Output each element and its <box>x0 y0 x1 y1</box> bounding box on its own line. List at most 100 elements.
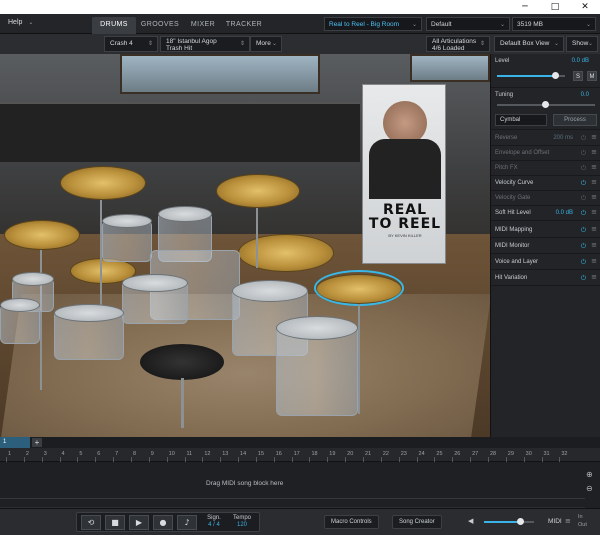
tab-drums[interactable]: DRUMS <box>92 17 136 34</box>
add-track-button[interactable]: + <box>32 438 42 447</box>
articulations-select[interactable]: All Articulations 4/6 Loaded ⇕ <box>426 36 490 52</box>
timeline-ruler[interactable]: 1 2 3 4 5 6 7 8 9 10 11 12 13 14 15 16 17 18 19 20 21 22 23 24 2… <box>0 448 600 462</box>
ride-cymbal[interactable] <box>216 174 300 208</box>
instrument-type-label: Cymbal <box>500 117 521 123</box>
panel-row-reverse[interactable]: Reverse 200 ms ⏻ ≡ <box>491 131 600 146</box>
tuning-slider-knob[interactable] <box>542 101 549 108</box>
kit-preset-select[interactable]: Real to Reel - Big Room ⌄ <box>324 17 422 31</box>
panel-row-voice-and-layer[interactable]: Voice and Layer ⏻ ≡ <box>491 255 600 270</box>
crash-cymbal[interactable] <box>238 234 334 272</box>
power-icon[interactable]: ⏻ <box>581 149 586 158</box>
floor-tom-head[interactable] <box>276 316 358 340</box>
more-button[interactable]: More ⌄ <box>250 36 282 52</box>
power-icon[interactable]: ⏻ <box>581 194 586 203</box>
tab-grooves[interactable]: GROOVES <box>138 17 182 34</box>
mix-preset-select[interactable]: Default ⌄ <box>426 17 510 31</box>
mute-button[interactable]: M <box>587 71 597 81</box>
panel-row-soft-hit-level[interactable]: Soft Hit Level 0.0 dB ⏻ ≡ <box>491 206 600 221</box>
zoom-in-icon[interactable]: ⊕ <box>586 470 596 480</box>
tuning-section: Tuning 0.0 Cymbal Process <box>491 88 600 130</box>
panel-row-hit-variation[interactable]: Hit Variation ⏻ ≡ <box>491 271 600 286</box>
level-value[interactable]: 0.0 dB <box>572 58 589 64</box>
minimize-button[interactable]: ─ <box>510 0 540 14</box>
more-label: More <box>256 40 271 47</box>
time-signature[interactable]: Sign. 4 / 4 <box>203 515 225 529</box>
instrument-label: Crash 4 <box>110 40 133 47</box>
tab-mixer[interactable]: MIXER <box>184 17 222 34</box>
instrument-type-select[interactable]: Cymbal <box>495 114 547 126</box>
menu-icon[interactable]: ≡ <box>591 163 597 171</box>
song-lane[interactable]: Drag MIDI song block here <box>0 462 585 508</box>
menu-icon[interactable]: ≡ <box>591 208 597 216</box>
song-track-area[interactable]: Drag MIDI song block here ⊕ ⊖ <box>0 462 600 508</box>
soft-hit-level-value[interactable]: 0.0 dB <box>556 210 573 216</box>
banner-title: REAL TO REEL <box>363 203 447 231</box>
rack-tom-head[interactable] <box>102 214 152 228</box>
midi-label[interactable]: MIDI <box>548 518 562 525</box>
tempo[interactable]: Tempo 120 <box>229 515 255 529</box>
tab-tracker[interactable]: TRACKER <box>224 17 264 34</box>
box-view-select[interactable]: Default Box View ⌄ <box>494 36 564 52</box>
panel-row-pitch-fx[interactable]: Pitch FX ⏻ ≡ <box>491 161 600 176</box>
power-icon[interactable]: ⏻ <box>581 209 586 218</box>
process-button[interactable]: Process <box>553 114 597 126</box>
menu-icon[interactable]: ≡ <box>591 241 597 249</box>
floor-tom-head[interactable] <box>0 298 40 312</box>
play-icon[interactable]: ▶ <box>129 515 149 530</box>
solo-button[interactable]: S <box>573 71 583 81</box>
menu-icon[interactable]: ≡ <box>591 193 597 201</box>
menu-icon[interactable]: ≡ <box>591 273 597 281</box>
chevron-updown-icon: ⇕ <box>147 41 153 47</box>
level-slider-knob[interactable] <box>552 72 559 79</box>
throne-stand <box>181 378 184 428</box>
menu-icon[interactable]: ≡ <box>591 148 597 156</box>
panel-row-velocity-curve[interactable]: Velocity Curve ⏻ ≡ <box>491 176 600 191</box>
snare-head[interactable] <box>122 274 188 292</box>
macro-controls-button[interactable]: Macro Controls <box>324 515 379 529</box>
menu-icon[interactable]: ≡ <box>591 257 597 265</box>
menu-icon[interactable]: ≡ <box>591 178 597 186</box>
power-icon[interactable]: ⏻ <box>581 226 586 235</box>
midi-menu-icon[interactable]: ≡ <box>565 517 571 525</box>
panel-row-envelope[interactable]: Envelope and Offset ⏻ ≡ <box>491 146 600 161</box>
power-icon[interactable]: ⏻ <box>581 274 586 283</box>
maximize-button[interactable]: □ <box>540 0 570 14</box>
metronome-icon[interactable]: ♪ <box>177 515 197 530</box>
menu-icon[interactable]: ≡ <box>591 133 597 141</box>
panel-row-velocity-gate[interactable]: Velocity Gate ⏻ ≡ <box>491 191 600 206</box>
tom-head[interactable] <box>12 272 54 286</box>
menu-icon[interactable]: ≡ <box>591 225 597 233</box>
power-icon[interactable]: ⏻ <box>581 164 586 173</box>
zoom-out-icon[interactable]: ⊖ <box>586 484 596 494</box>
loop-icon[interactable]: ⟲ <box>81 515 101 530</box>
instrument-select[interactable]: Crash 4 ⇕ <box>104 36 158 52</box>
track-tab-1[interactable]: 1 <box>0 437 30 448</box>
stop-icon[interactable]: ■ <box>105 515 125 530</box>
crash-cymbal[interactable] <box>60 166 146 200</box>
master-volume-knob[interactable] <box>517 518 524 525</box>
help-menu[interactable]: Help ⌄ <box>8 19 33 26</box>
panel-row-midi-mapping[interactable]: MIDI Mapping ⏻ ≡ <box>491 223 600 238</box>
floor-tom-head[interactable] <box>54 304 124 322</box>
show-select[interactable]: Show ⌄ <box>566 36 598 52</box>
memory-indicator[interactable]: 3519 MB ⌄ <box>512 17 596 31</box>
panel-row-midi-monitor[interactable]: MIDI Monitor ⏻ ≡ <box>491 239 600 254</box>
ruler-tick-label: 25 <box>436 451 443 457</box>
power-icon[interactable]: ⏻ <box>581 134 586 143</box>
rack-tom-head[interactable] <box>158 206 212 222</box>
floor-tom-head[interactable] <box>232 280 308 302</box>
close-button[interactable]: ✕ <box>570 0 600 14</box>
drum-kit-view[interactable]: REAL TO REEL BY KEVIN KILLER <box>0 54 490 446</box>
power-icon[interactable]: ⏻ <box>581 258 586 267</box>
song-creator-button[interactable]: Song Creator <box>392 515 442 529</box>
selected-instrument-highlight <box>314 270 404 306</box>
tuning-value[interactable]: 0.0 <box>581 92 589 98</box>
ruler-tick-label: 11 <box>186 451 193 457</box>
reverse-value[interactable]: 200 ms <box>553 135 573 141</box>
china-cymbal[interactable] <box>4 220 80 250</box>
instrument-model-select[interactable]: 18" Istanbul Agop Trash Hit ⇕ <box>160 36 250 52</box>
record-icon[interactable]: ● <box>153 515 173 530</box>
transport-bar: ⟲ ■ ▶ ● ♪ Sign. 4 / 4 Tempo 120 Macro Co… <box>0 508 600 535</box>
power-icon[interactable]: ⏻ <box>581 242 586 251</box>
power-icon[interactable]: ⏻ <box>581 179 586 188</box>
